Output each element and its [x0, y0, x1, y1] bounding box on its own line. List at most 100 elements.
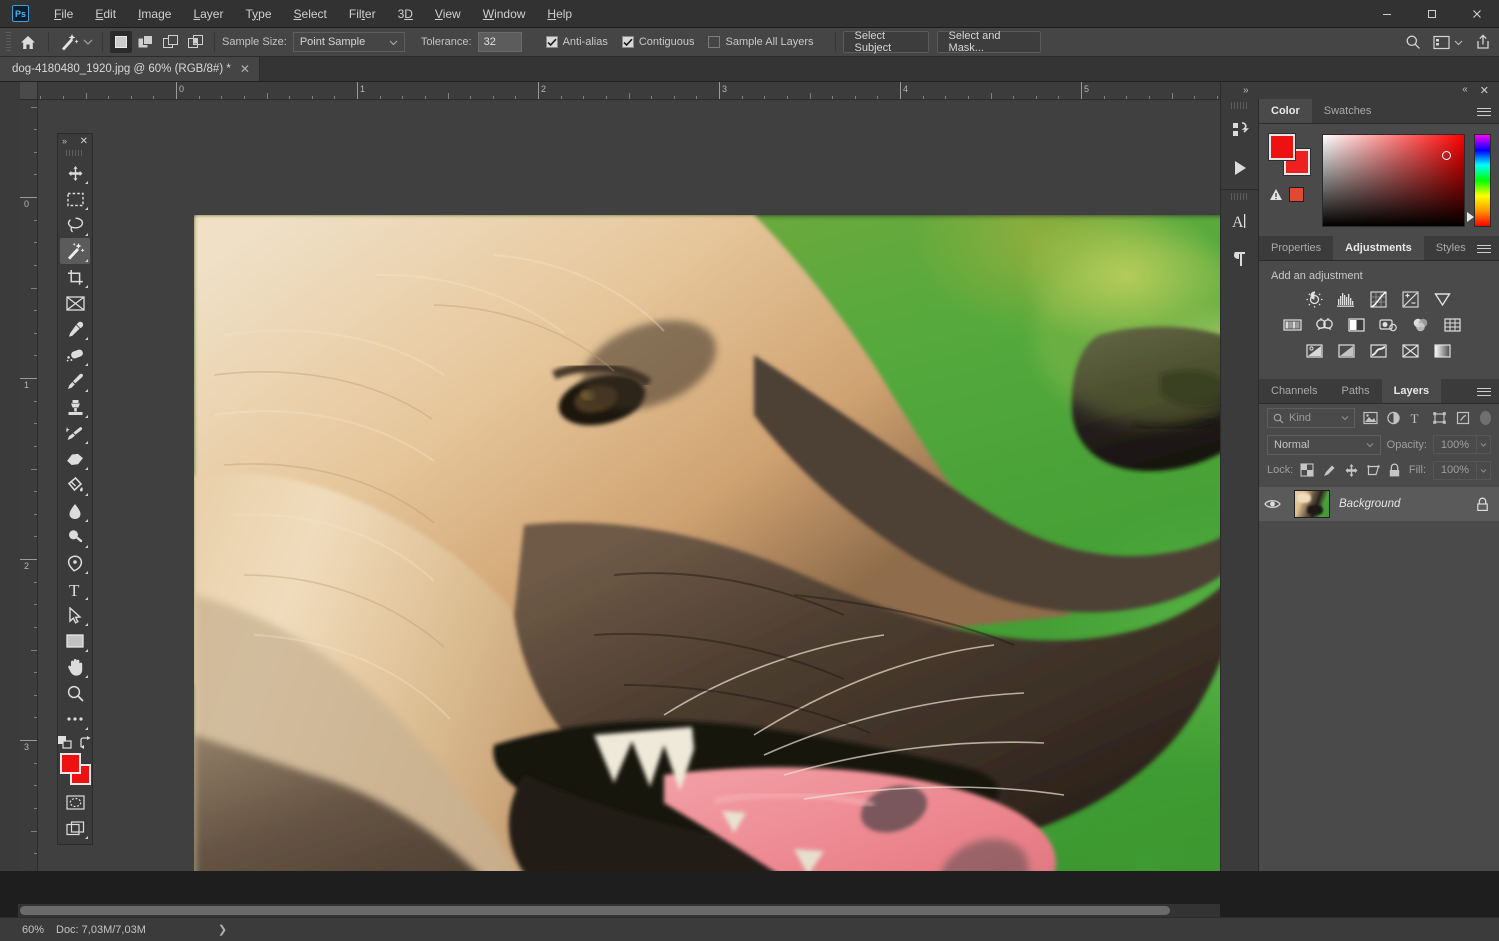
filter-adjustment-icon[interactable] [1385, 408, 1401, 428]
select-subject-button[interactable]: Select Subject [842, 30, 929, 54]
collapse-icon[interactable]: » [62, 136, 67, 146]
filter-smart-object-icon[interactable] [1455, 408, 1471, 428]
filter-toggle-switch[interactable] [1479, 411, 1491, 425]
menu-filter[interactable]: Filter [338, 4, 387, 24]
toolbar-foreground-color[interactable] [60, 753, 81, 774]
history-brush-tool[interactable] [60, 420, 90, 446]
close-icon[interactable]: ✕ [80, 136, 88, 147]
gradient-map-icon[interactable] [1431, 341, 1453, 361]
menu-image[interactable]: Image [127, 4, 182, 24]
layer-filter-kind-select[interactable]: Kind [1267, 408, 1355, 428]
rectangular-marquee-tool[interactable] [60, 186, 90, 212]
exposure-icon[interactable] [1399, 289, 1421, 309]
layer-row-background[interactable]: Background [1259, 487, 1499, 521]
spot-healing-brush-tool[interactable] [60, 342, 90, 368]
character-icon[interactable]: A [1221, 202, 1258, 240]
sample-size-select[interactable]: Point Sample [292, 32, 405, 52]
threshold-icon[interactable] [1367, 341, 1389, 361]
opacity-value[interactable]: 100% [1433, 435, 1477, 454]
mini-dock-grip[interactable] [1231, 102, 1248, 109]
color-spectrum-field[interactable] [1322, 134, 1465, 227]
fill-value[interactable]: 100% [1433, 460, 1477, 480]
menu-file[interactable]: File [43, 4, 84, 24]
black-white-icon[interactable] [1345, 315, 1367, 335]
lock-artboard-nesting-icon[interactable] [1366, 461, 1381, 479]
fill-stepper[interactable] [1477, 460, 1491, 480]
menu-type[interactable]: Type [234, 4, 282, 24]
search-icon[interactable] [1405, 34, 1421, 50]
quick-mask-icon[interactable] [60, 789, 90, 815]
pen-tool[interactable] [60, 550, 90, 576]
layer-name[interactable]: Background [1339, 498, 1467, 510]
lock-transparent-pixels-icon[interactable] [1300, 461, 1314, 479]
brightness-contrast-icon[interactable] [1303, 289, 1325, 309]
layers-panel-menu-icon[interactable] [1477, 379, 1491, 404]
hand-tool[interactable] [60, 654, 90, 680]
frame-tool[interactable] [60, 290, 90, 316]
foreground-color-swatch[interactable] [1268, 133, 1296, 161]
options-bar-grip[interactable] [6, 31, 11, 53]
lock-image-pixels-icon[interactable] [1322, 461, 1337, 479]
blur-tool[interactable] [60, 498, 90, 524]
close-icon[interactable]: ✕ [240, 63, 250, 75]
menu-edit[interactable]: Edit [84, 4, 127, 24]
hue-saturation-icon[interactable] [1281, 315, 1303, 335]
maximize-button[interactable] [1409, 0, 1454, 28]
vertical-ruler[interactable]: 01234 [20, 82, 38, 871]
crop-tool[interactable] [60, 264, 90, 290]
contiguous-checkbox[interactable]: Contiguous [621, 36, 694, 48]
adjustments-panel-menu-icon[interactable] [1477, 236, 1491, 261]
scrollbar-thumb[interactable] [20, 906, 1170, 915]
dodge-tool[interactable] [60, 524, 90, 550]
share-icon[interactable] [1475, 34, 1491, 50]
active-tool-preset[interactable] [56, 32, 95, 52]
lasso-tool[interactable] [60, 212, 90, 238]
move-tool[interactable] [60, 160, 90, 186]
invert-icon[interactable] [1303, 341, 1325, 361]
tab-paths[interactable]: Paths [1329, 379, 1381, 403]
lock-position-icon[interactable] [1344, 461, 1359, 479]
menu-help[interactable]: Help [536, 4, 583, 24]
opacity-stepper[interactable] [1477, 435, 1491, 454]
collapse-panels-icon[interactable]: « [1462, 84, 1468, 97]
swap-colors-icon[interactable] [79, 736, 92, 749]
hue-slider[interactable] [1467, 134, 1491, 227]
brush-tool[interactable] [60, 368, 90, 394]
tools-panel-grip[interactable] [66, 150, 84, 156]
blend-mode-select[interactable]: Normal [1267, 434, 1381, 455]
menu-select[interactable]: Select [283, 4, 338, 24]
vibrance-icon[interactable] [1431, 289, 1453, 309]
close-icon[interactable]: ✕ [1480, 84, 1489, 97]
rectangle-tool[interactable] [60, 628, 90, 654]
color-lookup-icon[interactable] [1441, 315, 1463, 335]
eraser-tool[interactable] [60, 446, 90, 472]
color-panel-menu-icon[interactable] [1477, 99, 1491, 124]
tab-layers[interactable]: Layers [1381, 379, 1442, 403]
filter-type-icon[interactable]: T [1408, 408, 1424, 428]
select-and-mask-button[interactable]: Select and Mask... [936, 30, 1041, 54]
document-canvas[interactable] [194, 215, 1220, 871]
levels-icon[interactable] [1335, 289, 1357, 309]
color-spectrum-marker[interactable] [1442, 150, 1452, 160]
lock-icon[interactable] [1476, 497, 1489, 512]
anti-alias-checkbox[interactable]: Anti-alias [545, 36, 608, 48]
filter-shape-icon[interactable] [1431, 408, 1447, 428]
intersect-with-selection-button[interactable] [185, 31, 207, 53]
horizontal-scrollbar[interactable] [18, 904, 1220, 917]
zoom-level[interactable]: 60% [0, 924, 56, 936]
tab-styles[interactable]: Styles [1424, 236, 1478, 260]
color-balance-icon[interactable] [1313, 315, 1335, 335]
close-button[interactable] [1454, 0, 1499, 28]
tab-adjustments[interactable]: Adjustments [1333, 236, 1424, 260]
actions-play-icon[interactable] [1221, 149, 1258, 187]
chevron-right-icon[interactable]: ❯ [218, 923, 227, 936]
tab-properties[interactable]: Properties [1259, 236, 1333, 260]
posterize-icon[interactable] [1335, 341, 1357, 361]
gamut-warning-swatch[interactable] [1289, 187, 1304, 202]
libraries-icon[interactable] [1221, 111, 1258, 149]
add-to-selection-button[interactable] [135, 31, 157, 53]
canvas-area[interactable] [38, 100, 1220, 871]
photo-filter-icon[interactable] [1377, 315, 1399, 335]
sample-all-layers-checkbox[interactable]: Sample All Layers [708, 36, 814, 48]
eye-icon[interactable] [1259, 498, 1285, 510]
